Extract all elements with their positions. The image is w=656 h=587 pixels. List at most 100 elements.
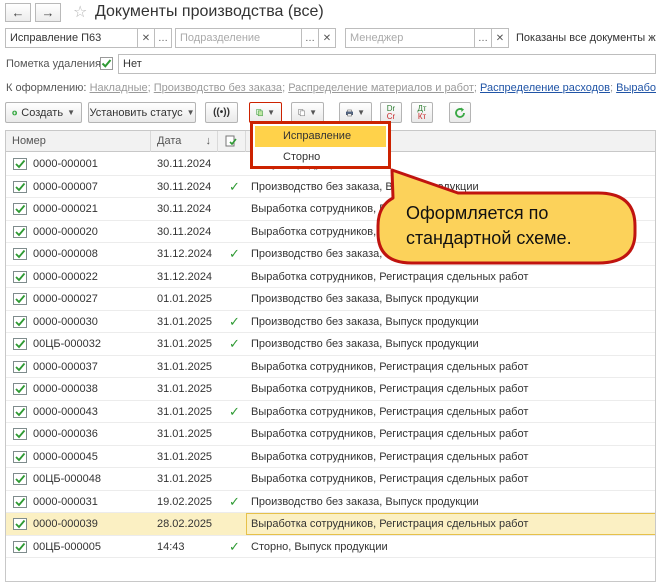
- row-number: 00ЦБ-000032: [33, 338, 101, 350]
- table-row[interactable]: 0000-000030 31.01.2025 ✓ Производство без з…: [6, 311, 655, 333]
- table-row[interactable]: 0000-000037 31.01.2025 Выработка сотрудник…: [6, 356, 655, 378]
- row-description: Выработка сотрудников, Регистрация сдель…: [251, 473, 529, 485]
- row-description: Производство без заказа, Выпуск продукци…: [251, 315, 479, 328]
- create-button[interactable]: Создать ▼: [5, 102, 82, 123]
- posted-check-icon: ✓: [229, 336, 240, 351]
- column-date-header[interactable]: Дата ↓: [151, 131, 218, 152]
- row-description: Выработка сотрудников, Регистрация сдель…: [251, 450, 529, 463]
- organization-select-button[interactable]: …: [155, 28, 172, 48]
- back-button[interactable]: ←: [5, 3, 31, 22]
- documents-green-icon: [256, 109, 263, 117]
- forward-button[interactable]: →: [35, 3, 61, 22]
- row-date: 31.01.2025: [157, 338, 213, 350]
- document-posted-icon: [13, 180, 27, 193]
- row-date: 19.02.2025: [157, 495, 213, 508]
- posted-check-icon: ✓: [229, 178, 240, 194]
- column-posted-header[interactable]: [218, 131, 246, 152]
- document-posted-icon: [13, 270, 27, 283]
- related-documents-button[interactable]: ▼: [291, 102, 324, 123]
- table-row[interactable]: 0000-000039 28.02.2025 Выработка сотрудник…: [6, 513, 655, 536]
- document-posted-icon: [13, 495, 27, 508]
- to-process-links: К оформлению: Накладные; Производство бе…: [6, 82, 656, 94]
- document-posted-icon: [13, 248, 27, 260]
- organization-clear-button[interactable]: ✕: [138, 28, 155, 48]
- shown-documents-text: Показаны все документы журнала: [516, 32, 656, 44]
- dt-kt-button[interactable]: Дт Кт: [411, 102, 433, 123]
- print-button[interactable]: ▼: [339, 102, 372, 123]
- table-row[interactable]: 00ЦБ-000048 31.01.2025 Выработка сотрудник…: [6, 468, 655, 491]
- table-row[interactable]: 0000-000045 31.01.2025 Выработка сотрудник…: [6, 446, 655, 468]
- table-row[interactable]: 0000-000043 31.01.2025 ✓ Выработка сотрудни…: [6, 401, 655, 423]
- row-date: 31.01.2025: [157, 473, 213, 485]
- link-materials-distribution[interactable]: Распределение материалов и работ: [288, 82, 474, 94]
- posted-check-icon: ✓: [229, 403, 240, 419]
- ellipsis-icon: …: [478, 32, 488, 44]
- row-description: Производство без заказа, Выпуск продукци…: [251, 180, 479, 193]
- document-posted-icon: [13, 518, 27, 530]
- row-number: 00ЦБ-000048: [33, 473, 101, 485]
- link-invoices[interactable]: Накладные: [90, 82, 148, 94]
- link-production-without-order[interactable]: Производство без заказа: [154, 82, 282, 94]
- row-number: 0000-000021: [33, 203, 98, 215]
- table-row[interactable]: 0000-000038 31.01.2025 Выработка сотрудник…: [6, 378, 655, 401]
- row-number: 0000-000036: [33, 428, 98, 440]
- ellipsis-icon: …: [158, 32, 168, 44]
- create-based-on-button[interactable]: ▼: [249, 102, 282, 123]
- arrow-left-icon: ←: [11, 5, 25, 20]
- create-button-label: Создать: [21, 106, 64, 119]
- plus-circle-icon: [12, 110, 18, 115]
- link-employee-output[interactable]: Выработка сотрудников: [616, 82, 656, 94]
- menu-item-storno[interactable]: Сторно: [255, 147, 386, 168]
- refresh-icon: [455, 107, 465, 118]
- row-date: 31.01.2025: [157, 428, 213, 440]
- row-number: 0000-000043: [33, 405, 98, 418]
- table-row[interactable]: 0000-000007 30.11.2024 ✓ Производство без з…: [6, 176, 655, 198]
- department-field[interactable]: Подразделение: [175, 28, 302, 48]
- refresh-button[interactable]: [449, 102, 471, 123]
- close-icon: ✕: [495, 32, 505, 44]
- document-posted-icon: [13, 428, 27, 440]
- ellipsis-icon: …: [305, 32, 315, 44]
- close-icon: ✕: [141, 32, 151, 44]
- manager-field[interactable]: Менеджер: [345, 28, 475, 48]
- organization-field[interactable]: Исправление П63: [5, 28, 138, 48]
- manager-clear-button[interactable]: ✕: [492, 28, 509, 48]
- department-clear-button[interactable]: ✕: [319, 28, 336, 48]
- table-row[interactable]: 0000-000022 31.12.2024 Выработка сотрудник…: [6, 266, 655, 288]
- row-description: Сторно, Выпуск продукции: [251, 540, 388, 553]
- row-number: 0000-000030: [33, 315, 98, 328]
- row-date: 28.02.2025: [157, 518, 213, 530]
- link-expense-distribution[interactable]: Распределение расходов: [480, 82, 610, 94]
- manager-select-button[interactable]: …: [475, 28, 492, 48]
- table-row[interactable]: 00ЦБ-000032 31.01.2025 ✓ Производство без з…: [6, 333, 655, 356]
- menu-item-correction[interactable]: Исправление: [255, 126, 386, 147]
- row-number: 0000-000007: [33, 180, 98, 193]
- department-select-button[interactable]: …: [302, 28, 319, 48]
- column-number-header[interactable]: Номер: [6, 131, 151, 152]
- document-posted-icon: [13, 360, 27, 373]
- row-date: 31.01.2025: [157, 315, 213, 328]
- debit-credit-icon: Dr Cr: [386, 103, 396, 121]
- row-date: 30.11.2024: [157, 203, 212, 215]
- deletion-mark-checkbox[interactable]: [100, 57, 113, 70]
- set-status-button[interactable]: Установить статус ▼: [88, 102, 196, 123]
- deletion-mark-value-field[interactable]: Нет: [118, 54, 656, 74]
- table-row[interactable]: 0000-000031 19.02.2025 ✓ Производство без з…: [6, 491, 655, 513]
- column-date-header-label: Дата: [157, 135, 182, 147]
- callout-text: Оформляется по стандартной схеме.: [380, 201, 630, 251]
- document-posted-icon: [13, 338, 27, 350]
- broadcast-button[interactable]: ((•)): [205, 102, 238, 123]
- debit-credit-button[interactable]: Dr Cr: [380, 102, 402, 123]
- table-row[interactable]: 00ЦБ-000005 14:43 ✓ Сторно, Выпуск продукци…: [6, 536, 655, 558]
- title-bar: ← → ☆ Документы производства (все): [0, 0, 656, 26]
- document-posted-icon: [13, 383, 27, 395]
- row-date: 31.01.2025: [157, 405, 213, 418]
- row-number: 0000-000037: [33, 360, 98, 373]
- row-description: Производство без заказа, Выпуск продукци…: [251, 338, 479, 350]
- posted-check-icon: ✓: [229, 493, 240, 509]
- favorite-star-icon[interactable]: ☆: [73, 2, 87, 22]
- row-number: 0000-000020: [33, 225, 98, 238]
- table-row[interactable]: 0000-000036 31.01.2025 Выработка сотрудник…: [6, 423, 655, 446]
- table-row[interactable]: 0000-000027 01.01.2025 Производство без за…: [6, 288, 655, 311]
- caret-down-icon: ▼: [186, 108, 195, 117]
